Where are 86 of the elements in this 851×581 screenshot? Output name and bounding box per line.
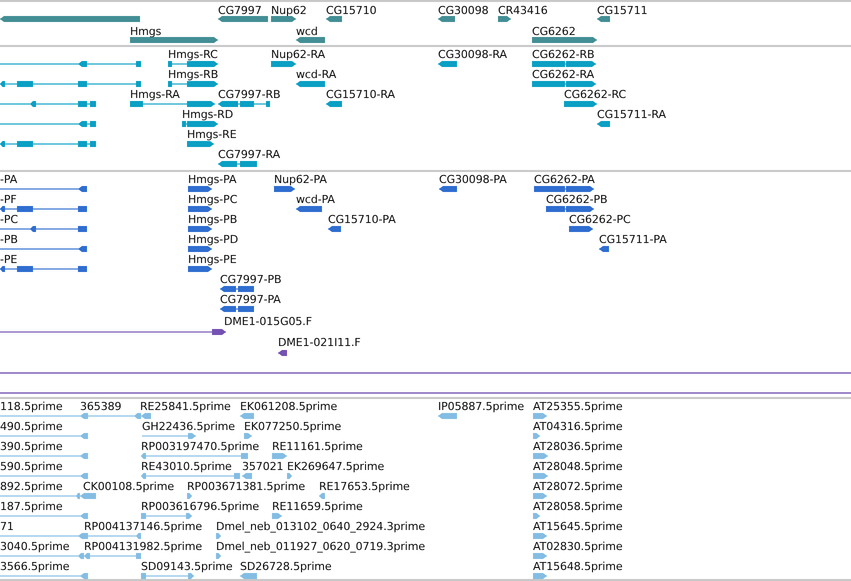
est-label: Dmel_neb_011927_0620_0719.3prime bbox=[216, 541, 426, 553]
protein-label: -PC bbox=[0, 214, 18, 226]
est-label: 490.5prime bbox=[0, 421, 63, 433]
protein-label: -PB bbox=[0, 234, 18, 246]
protein-label: Nup62-PA bbox=[274, 174, 327, 186]
est-label: EK077250.5prime bbox=[244, 421, 342, 433]
est-label: RP003197470.5prime bbox=[141, 441, 260, 453]
gene-label: CG7997 bbox=[218, 5, 262, 17]
protein-label: wcd-PA bbox=[296, 194, 335, 206]
est-label: RE43010.5prime bbox=[141, 461, 232, 473]
transcript-label: wcd-RA bbox=[296, 69, 336, 81]
gene-label: CG15710 bbox=[326, 5, 376, 17]
protein-label: -PE bbox=[0, 254, 18, 266]
est-label: 118.5prime bbox=[0, 401, 63, 413]
est-label: 357021 bbox=[242, 461, 284, 473]
gene-label: wcd bbox=[296, 26, 318, 38]
est-label: AT28072.5prime bbox=[533, 481, 623, 493]
transcript-label: CG7997-RB bbox=[218, 89, 280, 101]
transcript-label: CG6262-RC bbox=[564, 89, 626, 101]
protein-label: -PF bbox=[0, 194, 17, 206]
transcript-label: CG15711-RA bbox=[597, 109, 666, 121]
est-label: 187.5prime bbox=[0, 501, 63, 513]
protein-label: CG6262-PC bbox=[569, 214, 631, 226]
est-label: 71 bbox=[0, 521, 14, 533]
transcript-label: Hmgs-RD bbox=[182, 109, 234, 121]
est-label: RP004131982.5prime bbox=[84, 541, 202, 553]
protein-label: Hmgs-PE bbox=[188, 254, 237, 266]
protein-label: Hmgs-PB bbox=[188, 214, 238, 226]
gene-label: CG15711 bbox=[597, 5, 648, 17]
est-label: AT28048.5prime bbox=[533, 461, 623, 473]
protein-label: CG15711-PA bbox=[599, 234, 667, 246]
clone-label: DME1-015G05.F bbox=[224, 316, 312, 328]
est-label: RP003616796.5prime bbox=[141, 501, 260, 513]
protein-label: Hmgs-PA bbox=[188, 174, 236, 186]
est-label: 3040.5prime bbox=[0, 541, 70, 553]
protein-label: CG15710-PA bbox=[328, 214, 396, 226]
protein-label: CG30098-PA bbox=[439, 174, 507, 186]
est-label: 3566.5prime bbox=[0, 561, 70, 573]
protein-label: CG6262-PA bbox=[534, 174, 595, 186]
transcript-label: Hmgs-RB bbox=[168, 69, 218, 81]
est-label: 365389 bbox=[80, 401, 122, 413]
est-label: RP003671381.5prime bbox=[187, 481, 306, 493]
est-label: RE17653.5prime bbox=[319, 481, 410, 493]
transcript-label: CG7997-RA bbox=[218, 149, 280, 161]
gene-label: Hmgs bbox=[130, 26, 162, 38]
transcript-label: Nup62-RA bbox=[271, 49, 326, 61]
protein-label: CG7997-PB bbox=[220, 274, 282, 286]
gene-label: CG6262 bbox=[532, 26, 576, 38]
protein-label: Hmgs-PC bbox=[188, 194, 238, 206]
est-label: 390.5prime bbox=[0, 441, 63, 453]
protein-label: CG7997-PA bbox=[220, 294, 281, 306]
est-label: 892.5prime bbox=[0, 481, 63, 493]
est-label: RE25841.5prime bbox=[140, 401, 231, 413]
est-label: 590.5prime bbox=[0, 461, 63, 473]
gene-label: Nup62 bbox=[271, 5, 307, 17]
est-label: EK061208.5prime bbox=[240, 401, 338, 413]
transcript-label: Hmgs-RE bbox=[187, 129, 237, 141]
est-label: SD09143.5prime bbox=[141, 561, 233, 573]
est-label: GH22436.5prime bbox=[142, 421, 235, 433]
transcript-label: CG6262-RA bbox=[532, 69, 594, 81]
protein-label: Hmgs-PD bbox=[188, 234, 238, 246]
est-label: AT04316.5prime bbox=[533, 421, 623, 433]
est-label: AT15648.5prime bbox=[533, 561, 623, 573]
est-label: AT28036.5prime bbox=[533, 441, 623, 453]
protein-label: CG6262-PB bbox=[546, 194, 608, 206]
protein-label: -PA bbox=[0, 174, 18, 186]
transcript-label: CG30098-RA bbox=[438, 49, 507, 61]
est-label: Dmel_neb_013102_0640_2924.3prime bbox=[216, 521, 426, 533]
transcript-label: CG6262-RB bbox=[532, 49, 594, 61]
est-label: RE11659.5prime bbox=[272, 501, 363, 513]
transcript-label: Hmgs-RC bbox=[168, 49, 218, 61]
est-label: AT15645.5prime bbox=[533, 521, 623, 533]
est-label: AT25355.5prime bbox=[533, 401, 623, 413]
est-label: RP004137146.5prime bbox=[84, 521, 202, 533]
gene-label: CG30098 bbox=[438, 5, 488, 17]
est-label: CK00108.5prime bbox=[83, 481, 174, 493]
est-label: IP05887.5prime bbox=[438, 401, 524, 413]
gene-label: CR43416 bbox=[498, 5, 548, 17]
est-label: AT02830.5prime bbox=[533, 541, 623, 553]
est-label: RE11161.5prime bbox=[272, 441, 363, 453]
est-label: AT28058.5prime bbox=[533, 501, 623, 513]
transcript-label: CG15710-RA bbox=[326, 89, 395, 101]
est-label: EK269647.5prime bbox=[287, 461, 384, 473]
est-label: SD26728.5prime bbox=[240, 561, 332, 573]
transcript-label: Hmgs-RA bbox=[130, 89, 180, 101]
clone-label: DME1-021I11.F bbox=[278, 337, 361, 349]
